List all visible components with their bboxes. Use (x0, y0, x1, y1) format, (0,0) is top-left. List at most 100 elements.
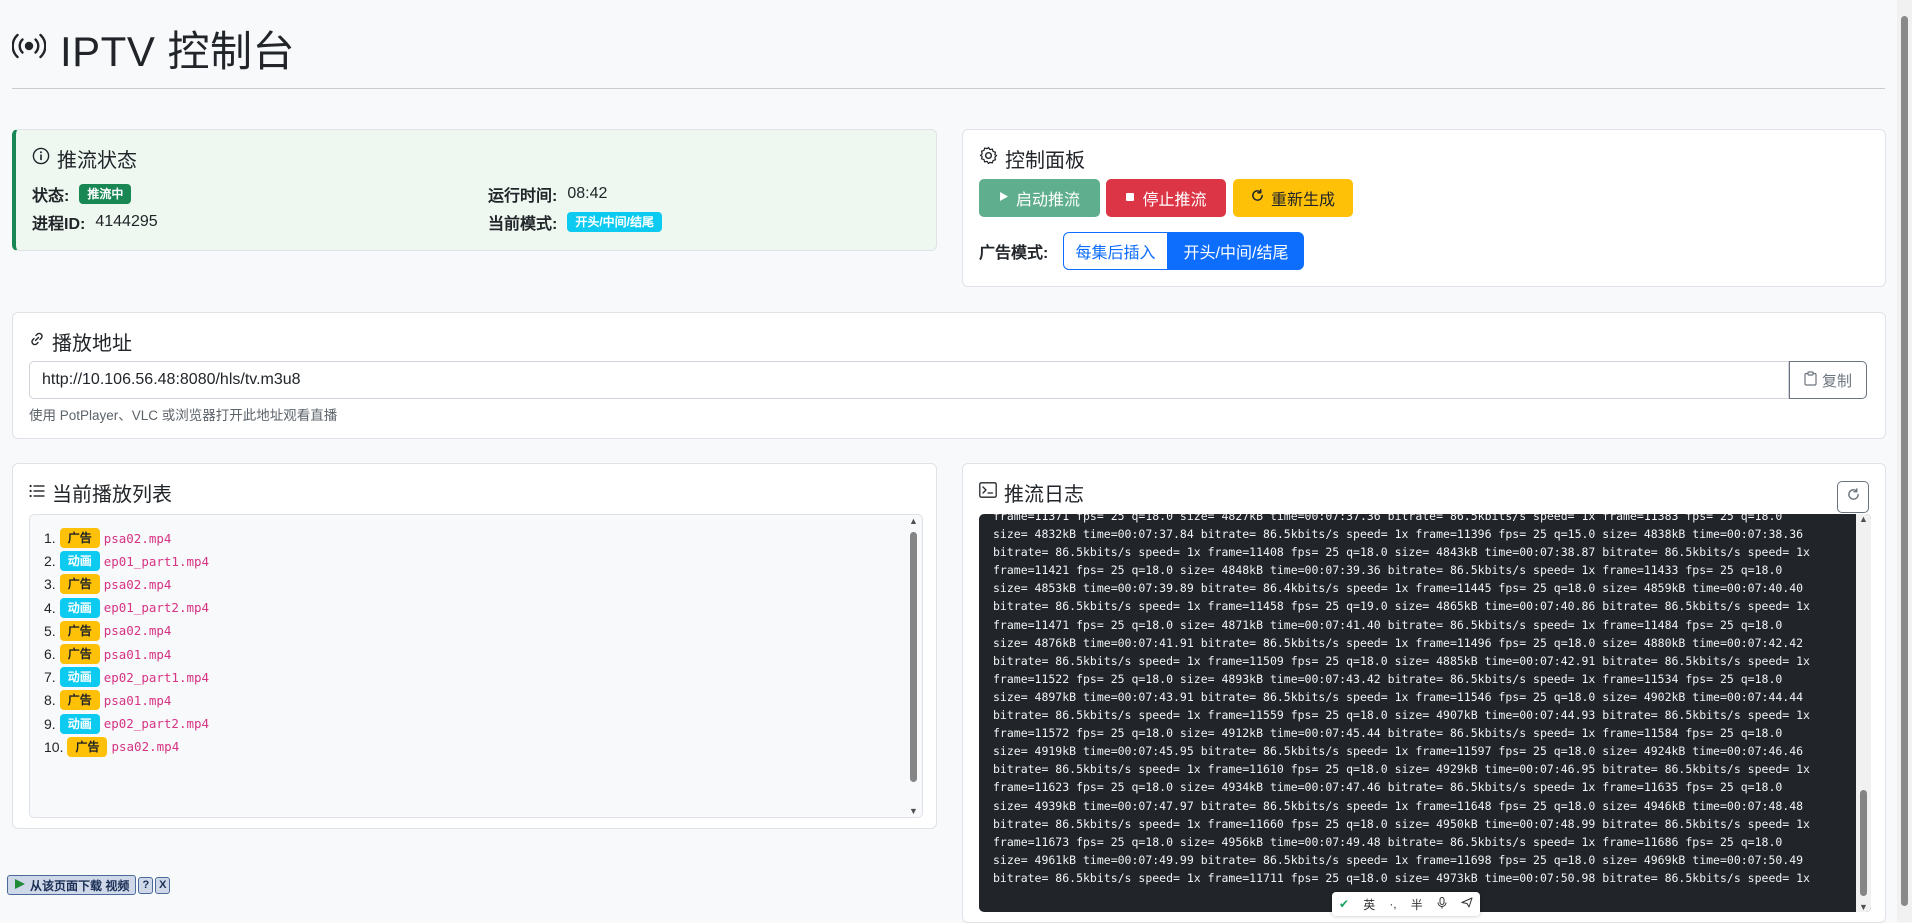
copy-url-button[interactable]: 复制 (1789, 361, 1867, 399)
playlist-item-file: psa02.mp4 (103, 530, 172, 546)
gear-icon (979, 146, 998, 171)
log-line: frame=11371 fps= 25 q=18.0 size= 4827kB … (993, 514, 1783, 523)
mode-badge: 开头/中间/结尾 (567, 212, 663, 232)
state-row: 状态: 推流中 (32, 182, 132, 206)
log-card-title: 推流日志 (1004, 484, 1084, 506)
log-line: frame=11522 fps= 25 q=18.0 size= 4893kB … (993, 671, 1783, 686)
playlist-box[interactable]: ▲ ▼ 1. 广告 psa02.mp4 2. 动画 ep01_part1.mp4 3. 广告 p… (29, 514, 923, 818)
stream-url-input[interactable]: http://10.106.56.48:8080/hls/tv.m3u8 (29, 361, 1789, 399)
playlist-item-number: 3. (44, 576, 56, 593)
playlist-item-file: ep02_part1.mp4 (103, 669, 210, 685)
anime-badge: 动画 (59, 551, 100, 572)
playlist-item-number: 8. (44, 692, 56, 709)
log-line: size= 4832kB time=00:07:37.84 bitrate= 8… (993, 527, 1804, 542)
state-badge: 推流中 (79, 184, 132, 204)
playlist-item: 5. 广告 psa02.mp4 (44, 620, 171, 642)
ime-logo-icon[interactable]: ✔ (1339, 897, 1349, 911)
log-line: bitrate= 86.5kbits/s speed= 1x frame=115… (993, 653, 1810, 668)
download-help-button[interactable]: ? (138, 876, 154, 894)
pid-value: 4144295 (95, 213, 158, 230)
play-icon (999, 189, 1009, 207)
log-scroll-up-arrow[interactable]: ▲ (1856, 514, 1871, 524)
terminal-icon (979, 481, 997, 504)
list-icon (29, 481, 45, 504)
page-title: IPTV 控制台 (60, 27, 296, 75)
pid-label: 进程ID: (32, 216, 86, 233)
log-line: size= 4961kB time=00:07:49.99 bitrate= 8… (993, 852, 1804, 867)
playlist-item-file: psa01.mp4 (103, 646, 172, 662)
ad-badge: 广告 (67, 736, 108, 757)
mode-label: 当前模式: (488, 216, 558, 233)
ad-badge: 广告 (59, 574, 100, 595)
broadcast-icon (11, 33, 47, 64)
playlist-item: 3. 广告 psa02.mp4 (44, 573, 171, 595)
playlist-scrollbar[interactable]: ▲ ▼ (906, 516, 921, 816)
log-scrollbar-thumb[interactable] (1860, 790, 1867, 896)
playlist-item-file: ep01_part2.mp4 (103, 600, 210, 616)
playlist-item: 2. 动画 ep01_part1.mp4 (44, 550, 209, 572)
refresh-icon (1847, 488, 1860, 506)
pid-row: 进程ID: 4144295 (32, 210, 158, 234)
log-text: frame=11371 fps= 25 q=18.0 size= 4827kB … (993, 514, 1843, 887)
scroll-up-arrow[interactable]: ▲ (906, 516, 921, 526)
stream-url-value: http://10.106.56.48:8080/hls/tv.m3u8 (42, 371, 301, 388)
ime-punct-toggle[interactable]: ·, (1389, 897, 1396, 911)
download-video-button[interactable]: 从该页面下载 视频 (7, 875, 137, 895)
page-scrollbar[interactable] (1897, 0, 1912, 922)
ad-mode-option-each-episode[interactable]: 每集后插入 (1063, 232, 1168, 270)
start-stream-label: 启动推流 (1015, 192, 1080, 209)
playlist-card-title: 当前播放列表 (52, 484, 172, 506)
uptime-label: 运行时间: (488, 188, 558, 205)
scroll-down-arrow[interactable]: ▼ (906, 806, 921, 816)
ad-badge: 广告 (59, 690, 100, 711)
playlist-scrollbar-thumb[interactable] (910, 532, 917, 782)
link-icon (29, 330, 45, 353)
playlist-item: 6. 广告 psa01.mp4 (44, 643, 171, 665)
playlist-item-file: psa02.mp4 (103, 576, 172, 592)
ad-badge: 广告 (59, 528, 100, 548)
playlist-item-file: psa02.mp4 (103, 623, 172, 639)
stop-stream-label: 停止推流 (1142, 192, 1207, 209)
log-output[interactable]: frame=11371 fps= 25 q=18.0 size= 4827kB … (979, 514, 1871, 912)
url-card: 播放地址 http://10.106.56.48:8080/hls/tv.m3u… (12, 312, 1886, 439)
url-card-header: 播放地址 (29, 327, 132, 356)
ad-mode-label: 广告模式: (979, 245, 1049, 262)
playlist-item-number: 2. (44, 553, 56, 570)
playlist-item-number: 5. (44, 622, 56, 639)
copy-label: 复制 (1821, 372, 1852, 390)
ad-badge: 广告 (59, 644, 100, 664)
uptime-value: 08:42 (567, 185, 608, 202)
log-card-header: 推流日志 (979, 478, 1084, 507)
playlist-item: 1. 广告 psa02.mp4 (44, 527, 171, 549)
microphone-icon[interactable] (1437, 896, 1447, 912)
ad-mode-option-start-mid-end[interactable]: 开头/中间/结尾 (1168, 232, 1304, 270)
anime-badge: 动画 (59, 597, 100, 618)
page-scrollbar-thumb[interactable] (1901, 16, 1908, 906)
regenerate-button[interactable]: 重新生成 (1233, 179, 1353, 217)
log-line: bitrate= 86.5kbits/s speed= 1x frame=116… (993, 762, 1810, 777)
log-scroll-down-arrow[interactable]: ▼ (1856, 902, 1871, 912)
stop-stream-button[interactable]: 停止推流 (1106, 179, 1226, 217)
ime-toolbar[interactable]: ✔ 英 ·, 半 (1332, 892, 1480, 916)
playlist-item: 9. 动画 ep02_part2.mp4 (44, 713, 209, 735)
info-circle-icon (32, 147, 50, 171)
log-line: size= 4939kB time=00:07:47.97 bitrate= 8… (993, 798, 1804, 813)
send-icon[interactable] (1461, 897, 1473, 911)
log-line: size= 4897kB time=00:07:43.91 bitrate= 8… (993, 689, 1804, 704)
refresh-log-button[interactable] (1837, 481, 1869, 513)
state-label: 状态: (32, 188, 70, 205)
log-scrollbar[interactable]: ▲ ▼ (1856, 514, 1871, 912)
playlist-item-number: 6. (44, 646, 56, 662)
anime-badge: 动画 (59, 713, 100, 734)
ime-lang-toggle[interactable]: 英 (1363, 896, 1375, 913)
log-line: bitrate= 86.5kbits/s speed= 1x frame=114… (993, 545, 1810, 560)
log-card: 推流日志 frame=11371 fps= 25 q=18.0 size= 48… (962, 463, 1886, 923)
play-icon (14, 878, 26, 893)
log-line: bitrate= 86.5kbits/s speed= 1x frame=115… (993, 708, 1810, 723)
clipboard-icon (1804, 370, 1817, 390)
playlist-item-file: ep01_part1.mp4 (103, 553, 210, 569)
page-header: IPTV 控制台 (11, 18, 296, 78)
download-close-button[interactable]: X (155, 876, 171, 894)
start-stream-button[interactable]: 启动推流 (979, 179, 1100, 217)
ime-width-toggle[interactable]: 半 (1411, 896, 1423, 913)
